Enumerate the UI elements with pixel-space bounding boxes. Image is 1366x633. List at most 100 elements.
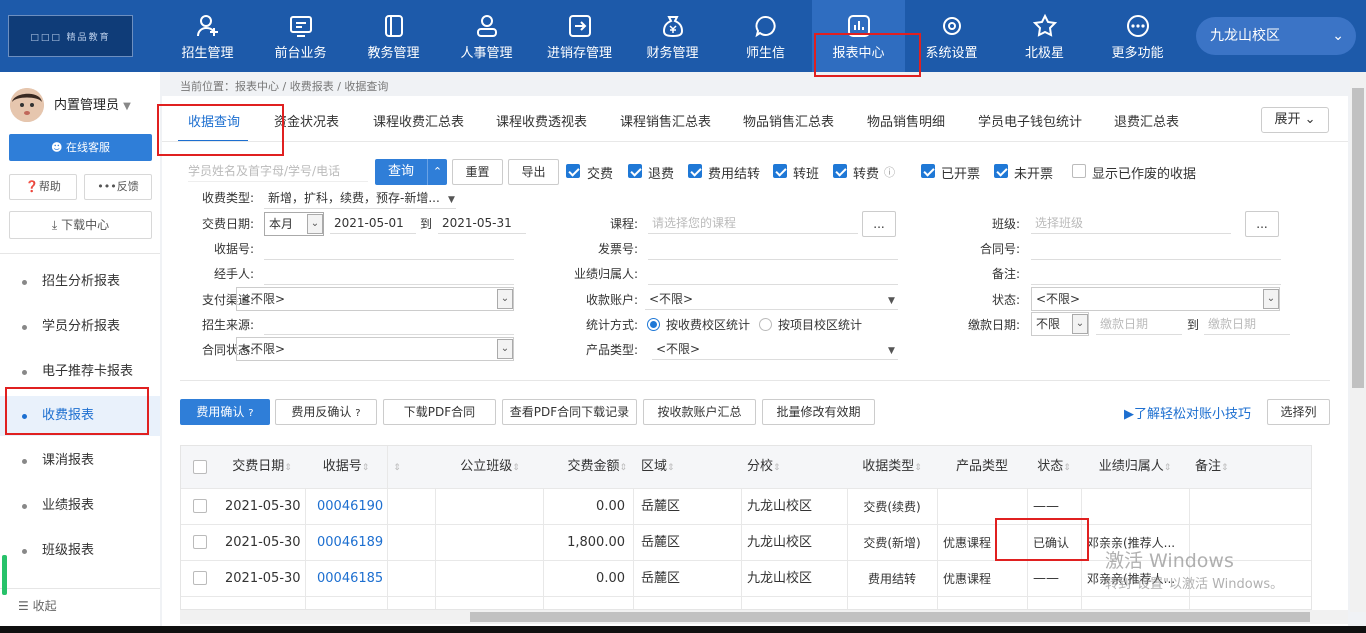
col-owner[interactable]: 业绩归属人⇕ [1081,446,1189,488]
tab-receipt-query[interactable]: 收据查询 [188,111,240,130]
tab-refund-summary[interactable]: 退费汇总表 [1114,111,1179,130]
receipt-type-select[interactable]: 新增，扩科，续费，预存-新增... [264,187,456,209]
radio-by-project-campus[interactable] [759,318,772,331]
sidebar-scroll-indicator[interactable] [2,555,7,595]
row-checkbox[interactable] [193,535,207,549]
nav-more[interactable]: 更多功能 [1091,0,1184,72]
contract-no-input[interactable] [1031,238,1281,260]
campus-selector[interactable]: 九龙山校区 ⌄ [1196,17,1356,55]
sidebar-item-consumption-report[interactable]: 课消报表 [0,441,160,481]
payment-channel-select[interactable]: <不限> [236,287,514,311]
tab-wallet-stats[interactable]: 学员电子钱包统计 [978,111,1082,130]
cell-receipt-no-link[interactable]: 00046189 [317,525,387,561]
reconcile-tips-link[interactable]: ▶了解轻松对账小技巧 [1124,403,1251,422]
checkbox-refund[interactable] [628,164,642,178]
nav-report-center[interactable]: 报表中心 [812,0,905,72]
table-row[interactable]: 2021-05-30 00046190 0.00 岳麓区 九龙山校区 交费(续费… [181,488,1311,525]
receipt-no-input[interactable] [264,238,514,260]
owner-input[interactable] [648,263,898,285]
nav-polaris[interactable]: 北极星 [998,0,1091,72]
remark-input[interactable] [1031,263,1281,285]
sidebar-item-ecard-report[interactable]: 电子推荐卡报表 [0,352,160,392]
chevron-down-icon[interactable]: ⌄ [497,339,513,359]
sidebar-item-student-report[interactable]: 学员分析报表 [0,307,160,347]
chevron-up-icon[interactable]: ⌃ [427,159,447,185]
sidebar-item-fee-report[interactable]: 收费报表 [0,396,160,436]
download-pdf-contract-button[interactable]: 下载PDF合同 [383,399,496,425]
chevron-down-icon[interactable]: ⌄ [497,289,513,309]
chevron-down-icon[interactable]: ⌄ [1072,314,1088,334]
sidebar-item-enrollment-report[interactable]: 招生分析报表 [0,262,160,302]
collapse-sidebar-button[interactable]: ☰ 收起 [18,597,57,614]
info-icon[interactable]: ⓘ [884,164,895,180]
class-picker-button[interactable]: ... [1245,211,1279,237]
cell-receipt-no-link[interactable]: 00046190 [317,489,387,525]
col-amount[interactable]: 交费金额⇕ [545,446,633,488]
invoice-no-input[interactable] [648,238,898,260]
nav-hr[interactable]: 人事管理 [440,0,533,72]
nav-settings[interactable]: 系统设置 [905,0,998,72]
search-input[interactable]: 学员姓名及首字母/学号/电话 [188,162,368,182]
logo[interactable]: □□□ 精品教育 [8,15,133,57]
chevron-down-icon[interactable]: ⌄ [307,214,323,234]
checkbox-payment[interactable] [566,164,580,178]
pdf-download-log-button[interactable]: 查看PDF合同下载记录 [502,399,637,425]
expand-button[interactable]: 展开 ⌄ [1261,107,1329,133]
col-receipt-no[interactable]: 收据号⇕ [305,446,387,488]
col-receipt-type[interactable]: 收据类型⇕ [847,446,937,488]
batch-edit-validity-button[interactable]: 批量修改有效期 [762,399,875,425]
checkbox-invoiced[interactable] [921,164,935,178]
cell-receipt-no-link[interactable]: 00046185 [317,561,387,597]
horizontal-scrollbar-thumb[interactable] [470,612,1310,622]
class-input[interactable]: 选择班级 [1031,212,1231,234]
help-button[interactable]: ❓帮助 [9,174,77,200]
fee-unconfirm-button[interactable]: 费用反确认 ? [275,399,377,425]
nav-front-desk[interactable]: 前台业务 [254,0,347,72]
download-center-button[interactable]: ⤓ 下载中心 [9,211,152,239]
tab-goods-sales-detail[interactable]: 物品销售明细 [867,111,945,130]
tab-course-fee-summary[interactable]: 课程收费汇总表 [373,111,464,130]
sidebar-item-performance-report[interactable]: 业绩报表 [0,486,160,526]
user-menu[interactable]: 内置管理员 ▼ [54,94,131,113]
course-input[interactable]: 请选择您的课程 [648,212,858,234]
row-checkbox[interactable] [193,499,207,513]
tab-course-sales-summary[interactable]: 课程销售汇总表 [620,111,711,130]
course-picker-button[interactable]: ... [862,211,896,237]
checkbox-transfer-class[interactable] [773,164,787,178]
col-school[interactable]: 分校⇕ [741,446,847,488]
nav-inventory[interactable]: 进销存管理 [533,0,626,72]
row-checkbox[interactable] [193,571,207,585]
status-select[interactable]: <不限> [1031,287,1280,311]
export-button[interactable]: 导出 [508,159,559,185]
date-to-input[interactable]: 2021-05-31 [438,212,526,234]
table-row[interactable] [181,596,1311,609]
checkbox-show-voided[interactable] [1072,164,1086,178]
radio-by-fee-campus[interactable] [647,318,660,331]
paydate-to-input[interactable]: 缴款日期 [1204,313,1290,335]
nav-finance[interactable]: 财务管理 [626,0,719,72]
nav-message[interactable]: 师生信 [719,0,812,72]
col-remark[interactable]: 备注⇕ [1189,446,1249,488]
paydate-from-input[interactable]: 缴款日期 [1096,313,1182,335]
feedback-button[interactable]: •••反馈 [84,174,152,200]
checkbox-transfer-fee[interactable] [833,164,847,178]
vertical-scrollbar-thumb[interactable] [1352,88,1364,388]
nav-academic[interactable]: 教务管理 [347,0,440,72]
online-service-button[interactable]: ☻ 在线客服 [9,134,152,161]
query-button[interactable]: 查询 ⌃ [375,159,447,185]
select-all-checkbox[interactable] [193,460,207,474]
sidebar-item-class-report[interactable]: 班级报表 [0,531,160,571]
chevron-down-icon[interactable]: ⌄ [1263,289,1279,309]
select-columns-button[interactable]: 选择列 [1267,399,1330,425]
summary-by-account-button[interactable]: 按收款账户汇总 [643,399,756,425]
col-blank[interactable]: ⇕ [387,446,407,488]
checkbox-carryover[interactable] [688,164,702,178]
tab-fund-status[interactable]: 资金状况表 [274,111,339,130]
account-select[interactable]: <不限> [645,288,898,310]
source-input[interactable] [264,313,514,335]
col-public-class[interactable]: 公立班级⇕ [435,446,545,488]
product-type-select[interactable]: <不限> [652,338,898,360]
col-product-type[interactable]: 产品类型 [937,446,1027,488]
tab-goods-sales-summary[interactable]: 物品销售汇总表 [743,111,834,130]
fee-confirm-button[interactable]: 费用确认 ? [180,399,270,425]
